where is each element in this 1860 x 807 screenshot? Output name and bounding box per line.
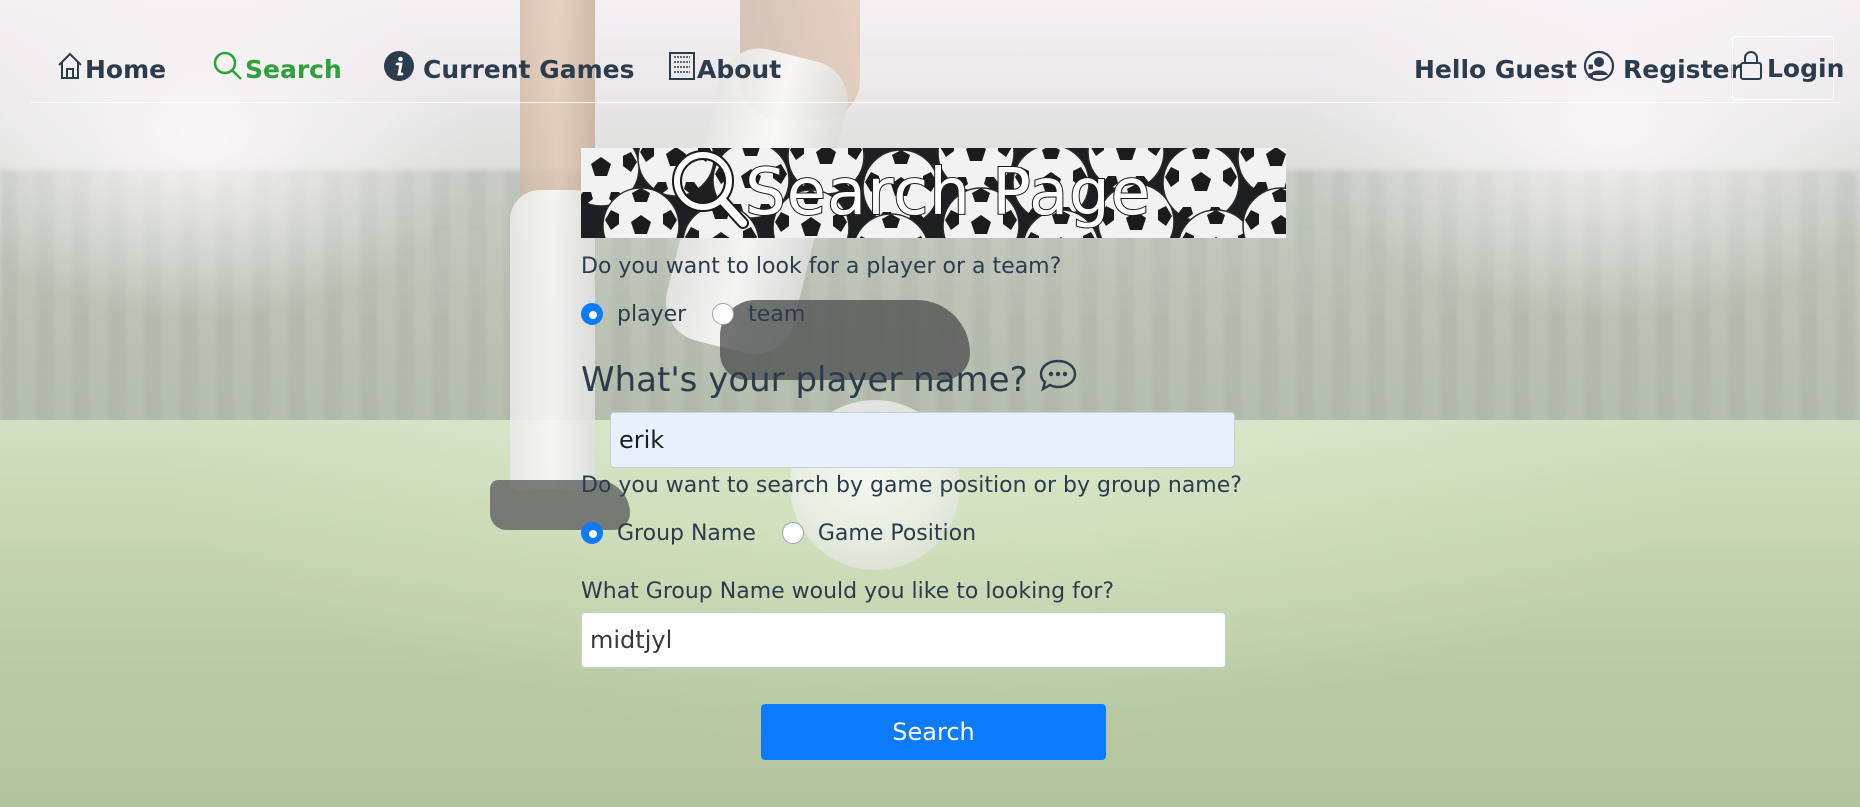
nav-current-games-link[interactable]: Current Games [383, 51, 635, 87]
player-name-heading: What's your player name? [581, 357, 1078, 402]
background-image [0, 0, 1860, 807]
user-circle-icon [1583, 50, 1615, 88]
group-name-input[interactable]: midtjyl [581, 612, 1226, 668]
nav-search-label: Search [245, 54, 342, 84]
lock-icon [1739, 49, 1763, 87]
radio-group-name-label[interactable]: Group Name [617, 521, 756, 546]
search-submit-button[interactable]: Search [761, 704, 1106, 760]
group-name-question: What Group Name would you like to lookin… [581, 579, 1115, 604]
home-icon [56, 51, 84, 87]
nav-home-link[interactable]: Home [56, 51, 166, 87]
greeting-text: Hello Guest : [1414, 54, 1596, 84]
radio-group-name[interactable] [581, 522, 603, 544]
nav-about-link[interactable]: About [668, 51, 781, 87]
search-page-banner: Search Page [581, 148, 1286, 238]
nav-search-link[interactable]: Search [212, 51, 342, 87]
player-name-input[interactable]: erik [610, 412, 1235, 468]
top-navbar: Home Search Current Games About Hello Gu… [30, 34, 1844, 103]
nav-about-label: About [697, 54, 782, 84]
player-name-heading-text: What's your player name? [581, 359, 1028, 400]
document-icon [668, 51, 696, 87]
radio-team-label[interactable]: team [748, 302, 805, 327]
nav-current-games-label: Current Games [423, 54, 635, 84]
radio-player[interactable] [581, 303, 603, 325]
radio-game-position-label[interactable]: Game Position [818, 521, 976, 546]
radio-team[interactable] [712, 303, 735, 325]
search-mode-radio-group: Group Name Game Position [581, 518, 1002, 548]
nav-register-label: Register [1623, 54, 1742, 84]
radio-player-label[interactable]: player [617, 302, 686, 327]
radio-game-position[interactable] [781, 522, 804, 544]
nav-register-link[interactable]: Register [1583, 50, 1742, 88]
search-type-question: Do you want to look for a player or a te… [581, 254, 1062, 279]
magnifier-icon [671, 149, 751, 237]
search-type-radio-group: player team [581, 299, 831, 329]
search-mode-question: Do you want to search by game position o… [581, 473, 1242, 498]
nav-home-label: Home [85, 54, 167, 84]
banner-title: Search Page [744, 155, 1152, 231]
nav-login-button[interactable]: Login [1732, 36, 1844, 100]
chat-bubble-icon [1028, 357, 1078, 402]
info-icon [383, 50, 415, 88]
nav-login-label: Login [1767, 53, 1845, 83]
search-icon [212, 50, 244, 88]
